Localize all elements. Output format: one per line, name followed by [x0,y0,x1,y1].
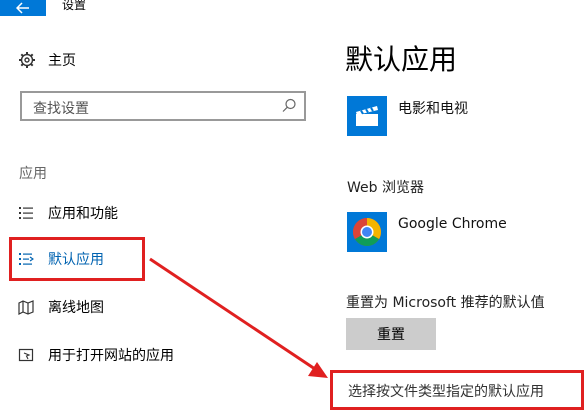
page-title: 默认应用 [345,43,458,76]
video-app-tile[interactable] [347,96,387,136]
sidebar-item-apps-for-websites[interactable]: 用于打开网站的应用 [18,345,174,365]
search-placeholder: 查找设置 [33,101,89,117]
video-app-name: 电影和电视 [398,101,468,117]
annotation-highlight-box [330,370,584,410]
annotation-arrow [149,257,328,378]
browser-app-tile[interactable] [347,212,387,252]
apps-for-websites-icon [18,348,34,362]
search-icon[interactable] [280,97,298,115]
web-browser-heading: Web 浏览器 [347,180,424,196]
sidebar-item-label: 应用和功能 [48,206,118,222]
sidebar-item-offline-maps[interactable]: 离线地图 [18,297,104,317]
back-button[interactable] [0,0,46,16]
back-arrow-icon [16,2,29,14]
gear-icon [19,52,35,68]
sidebar-item-label: 离线地图 [48,300,104,316]
sidebar-item-label: 用于打开网站的应用 [48,348,174,364]
search-input[interactable]: 查找设置 [20,91,306,121]
window-title: 设置 [62,0,87,12]
reset-button[interactable]: 重置 [346,318,436,350]
section-label-apps: 应用 [19,166,47,182]
reset-description: 重置为 Microsoft 推荐的默认值 [346,295,545,311]
apps-features-icon [19,207,33,219]
film-clapper-icon [356,106,378,126]
annotation-highlight-box [9,237,145,281]
offline-maps-icon [18,300,34,315]
sidebar-item-apps-features[interactable]: 应用和功能 [18,203,118,223]
browser-app-name: Google Chrome [398,216,507,232]
sidebar-home[interactable]: 主页 [18,50,76,70]
sidebar-home-label: 主页 [48,53,76,69]
chrome-icon [353,218,381,246]
